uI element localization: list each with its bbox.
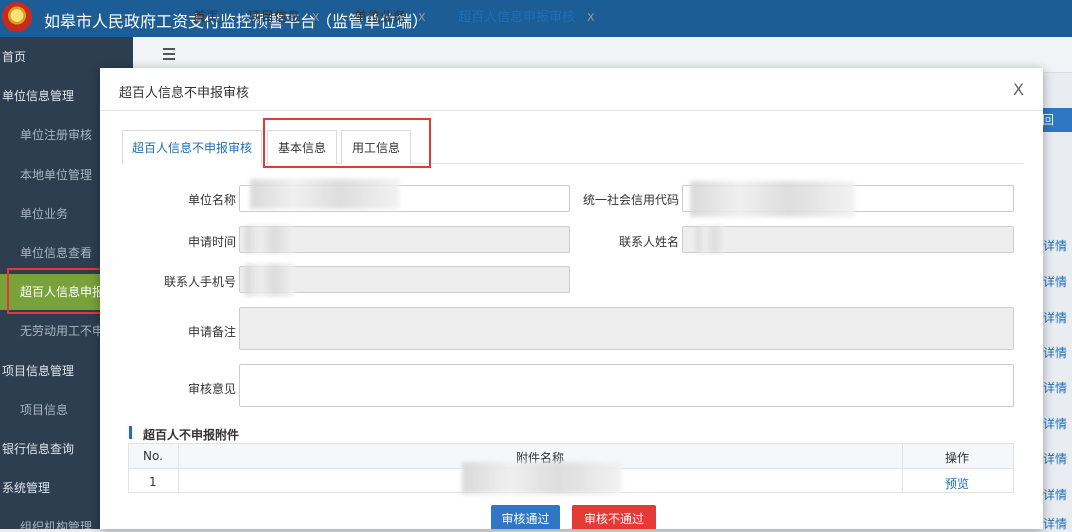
approve-button[interactable]: 审核通过: [491, 505, 560, 529]
row-no: 1: [149, 475, 157, 489]
detail-link[interactable]: 详情: [1043, 379, 1067, 396]
apply-time-label: 申请时间: [187, 235, 236, 249]
apply-note-textarea: [239, 307, 1014, 350]
contact-name-label: 联系人姓名: [618, 235, 679, 249]
redacted-area: [696, 226, 726, 253]
close-icon[interactable]: X: [1013, 80, 1024, 99]
detail-link[interactable]: 详情: [1043, 515, 1067, 532]
redacted-area: [462, 462, 622, 494]
tabs-highlight-box: [263, 118, 431, 168]
tab-unit-business[interactable]: 单位业务 X: [354, 0, 426, 36]
close-icon[interactable]: X: [312, 11, 320, 24]
apply-note-label: 申请备注: [187, 325, 236, 339]
detail-link[interactable]: 详情: [1043, 237, 1067, 254]
redacted-area: [245, 264, 295, 296]
modal-tabs: 超百人信息不申报审核 基本信息 用工信息: [122, 130, 1023, 165]
tab-project-info[interactable]: 项目信息 X: [248, 0, 320, 36]
detail-link[interactable]: 详情: [1043, 450, 1067, 467]
contact-name-field: [682, 226, 1014, 253]
tab-over-hundred-review[interactable]: 超百人信息申报审核 X: [458, 0, 595, 36]
background-button[interactable]: 回: [1042, 108, 1072, 132]
contact-phone-label: 联系人手机号: [163, 275, 236, 289]
detail-link[interactable]: 详情: [1043, 273, 1067, 290]
detail-link[interactable]: 详情: [1043, 309, 1067, 326]
modal-title: 超百人信息不申报审核: [119, 86, 250, 101]
attachments-section-title: 超百人不申报附件: [129, 426, 239, 443]
tab-over-hundred-no-declare-review[interactable]: 超百人信息不申报审核: [122, 130, 262, 165]
detail-link[interactable]: 详情: [1043, 415, 1067, 432]
close-icon[interactable]: X: [418, 11, 426, 24]
redacted-area: [690, 181, 855, 217]
menu-toggle-icon[interactable]: [163, 48, 175, 60]
review-opinion-textarea[interactable]: [239, 364, 1014, 407]
modal-header: 超百人信息不申报审核 X: [100, 68, 1043, 111]
tab-home[interactable]: 首页: [193, 0, 219, 36]
review-modal: 超百人信息不申报审核 X 超百人信息不申报审核 基本信息 用工信息 单位名称 统…: [100, 68, 1043, 529]
close-icon[interactable]: X: [587, 11, 595, 24]
detail-link[interactable]: 详情: [1043, 486, 1067, 503]
detail-link[interactable]: 详情: [1043, 344, 1067, 361]
column-divider: [178, 444, 179, 492]
redacted-area: [245, 226, 295, 253]
review-opinion-label: 审核意见: [187, 382, 236, 396]
preview-link[interactable]: 预览: [945, 475, 969, 492]
column-divider: [902, 444, 903, 492]
unit-name-label: 单位名称: [187, 193, 236, 207]
col-header-no: No.: [143, 449, 163, 463]
attachments-table: No. 附件名称 操作 1 预览: [128, 443, 1014, 494]
credit-code-label: 统一社会信用代码: [582, 193, 679, 207]
national-emblem-logo: [2, 2, 32, 32]
redacted-area: [250, 179, 400, 209]
col-header-op: 操作: [945, 451, 970, 465]
reject-button[interactable]: 审核不通过: [572, 505, 656, 529]
